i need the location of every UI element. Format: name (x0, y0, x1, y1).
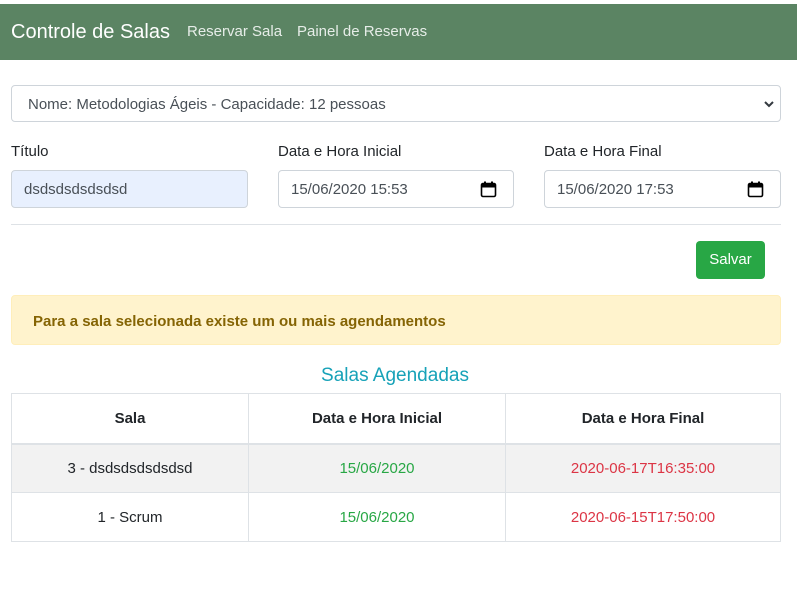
column-header-end: Data e Hora Final (505, 393, 781, 445)
column-header-sala: Sala (11, 393, 249, 445)
column-header-start: Data e Hora Inicial (248, 393, 506, 445)
end-datetime-input[interactable]: 15/06/2020 17:53 (544, 170, 781, 208)
nav-link-reservar-sala[interactable]: Reservar Sala (187, 23, 282, 40)
cell-end: 2020-06-17T16:35:00 (505, 443, 781, 493)
end-datetime-value: 15/06/2020 17:53 (557, 181, 674, 198)
start-datetime-label: Data e Hora Inicial (278, 143, 402, 160)
cell-room: 1 - Scrum (11, 492, 249, 542)
section-title: Salas Agendadas (321, 365, 469, 386)
nav-link-painel-reservas[interactable]: Painel de Reservas (297, 23, 427, 40)
cell-end: 2020-06-15T17:50:00 (505, 492, 781, 542)
calendar-icon[interactable] (747, 181, 764, 198)
navbar: Controle de Salas Reservar Sala Painel d… (0, 4, 797, 60)
title-input-value: dsdsdsdsdsdsd (24, 181, 128, 198)
title-input[interactable]: dsdsdsdsdsdsd (11, 170, 248, 208)
table-row: 1 - Scrum 15/06/2020 2020-06-15T17:50:00 (11, 492, 781, 542)
room-select-value: Nome: Metodologias Ágeis - Capacidade: 1… (28, 96, 386, 113)
save-button[interactable]: Salvar (696, 241, 765, 279)
table-row: 3 - dsdsdsdsdsdsd 15/06/2020 2020-06-17T… (11, 443, 781, 493)
brand-title[interactable]: Controle de Salas (11, 21, 170, 44)
chevron-down-icon (764, 101, 774, 108)
start-datetime-input[interactable]: 15/06/2020 15:53 (278, 170, 514, 208)
schedule-table: Sala Data e Hora Inicial Data e Hora Fin… (11, 393, 781, 542)
calendar-icon[interactable] (480, 181, 497, 198)
cell-start: 15/06/2020 (248, 492, 506, 542)
form-divider (11, 224, 781, 225)
end-datetime-label: Data e Hora Final (544, 143, 662, 160)
cell-start: 15/06/2020 (248, 443, 506, 493)
alert-message: Para a sala selecionada existe um ou mai… (33, 313, 446, 330)
start-datetime-value: 15/06/2020 15:53 (291, 181, 408, 198)
table-header-row: Sala Data e Hora Inicial Data e Hora Fin… (11, 393, 781, 445)
warning-alert: Para a sala selecionada existe um ou mai… (11, 295, 781, 345)
title-label: Título (11, 143, 49, 160)
room-select[interactable]: Nome: Metodologias Ágeis - Capacidade: 1… (11, 85, 781, 122)
cell-room: 3 - dsdsdsdsdsdsd (11, 443, 249, 493)
